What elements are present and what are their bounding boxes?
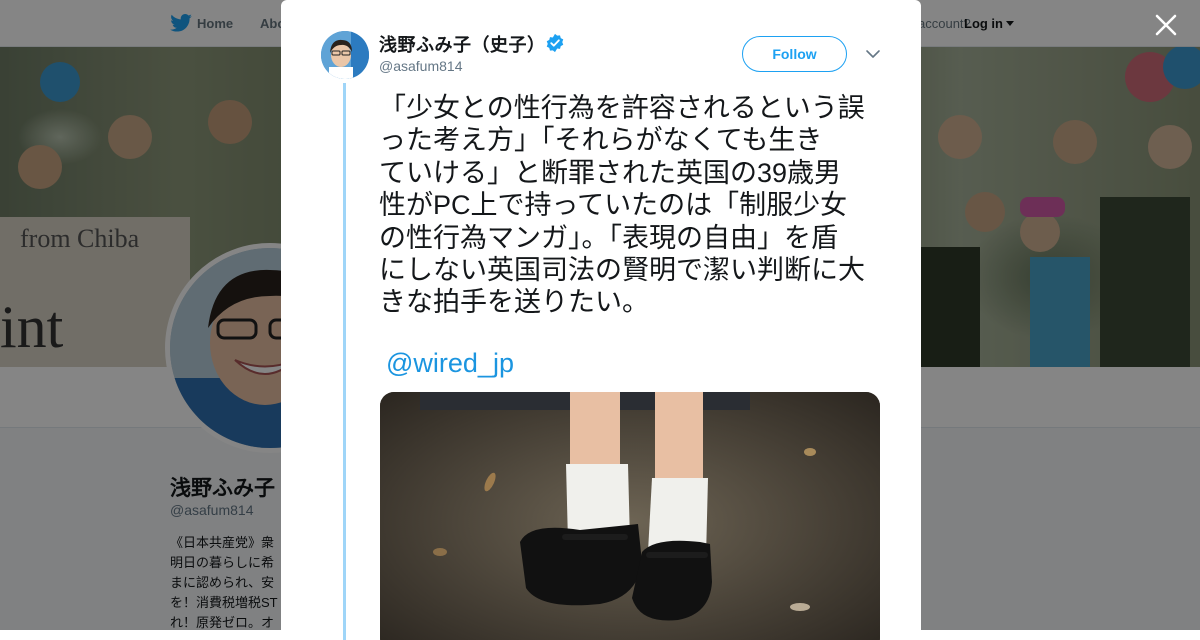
follow-button[interactable]: Follow bbox=[742, 36, 847, 72]
close-icon[interactable] bbox=[1154, 13, 1178, 37]
tweet-media-photo[interactable] bbox=[380, 392, 880, 640]
tweet-permalink-modal: 浅野ふみ子（史子） @asafum814 Follow 「少女との性行為を許容さ… bbox=[281, 0, 921, 640]
tweet-author-name[interactable]: 浅野ふみ子（史子） bbox=[379, 31, 546, 57]
conversation-thread-line bbox=[343, 83, 346, 640]
tweet-author-handle[interactable]: @asafum814 bbox=[379, 58, 462, 74]
verified-badge-icon bbox=[546, 33, 564, 53]
tweet-mention-link[interactable]: @wired_jp bbox=[386, 348, 514, 379]
author-avatar-illustration bbox=[321, 31, 369, 79]
school-shoes-photo-illustration bbox=[380, 392, 880, 640]
chevron-down-icon[interactable] bbox=[865, 48, 881, 60]
tweet-text: 「少女との性行為を許容されるという誤 った考え方」「それらがなくても生き ていけ… bbox=[379, 93, 865, 318]
tweet-author-avatar[interactable] bbox=[321, 31, 369, 79]
